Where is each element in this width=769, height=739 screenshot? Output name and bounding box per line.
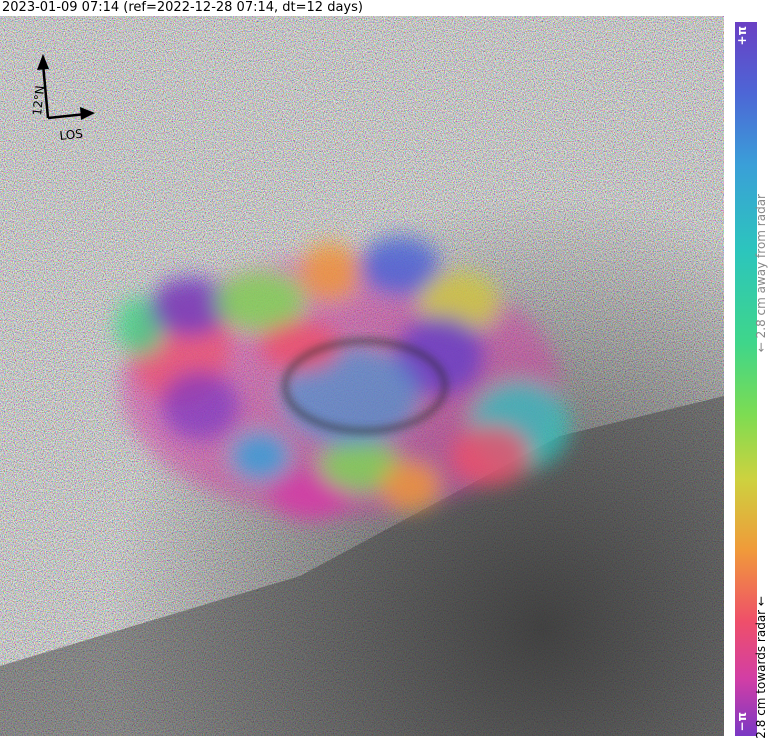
away-arrow-icon: ← — [754, 342, 768, 353]
image-title: 2023-01-09 07:14 (ref=2022-12-28 07:14, … — [0, 0, 726, 16]
towards-radar-label: 2.8 cm towards radar ← — [754, 596, 768, 739]
los-label: LOS — [59, 127, 84, 143]
towards-arrow-icon: ← — [754, 596, 768, 607]
colorbar-panel: +π −π ← 2.8 cm away from radar 2.8 cm to… — [724, 16, 769, 739]
colorbar-top-label: +π — [735, 26, 749, 46]
towards-label-text: 2.8 cm towards radar — [754, 609, 768, 739]
away-from-radar-label: ← 2.8 cm away from radar — [754, 194, 768, 352]
away-label-text: 2.8 cm away from radar — [754, 194, 768, 339]
interferogram-map: 12°N LOS — [0, 16, 724, 736]
